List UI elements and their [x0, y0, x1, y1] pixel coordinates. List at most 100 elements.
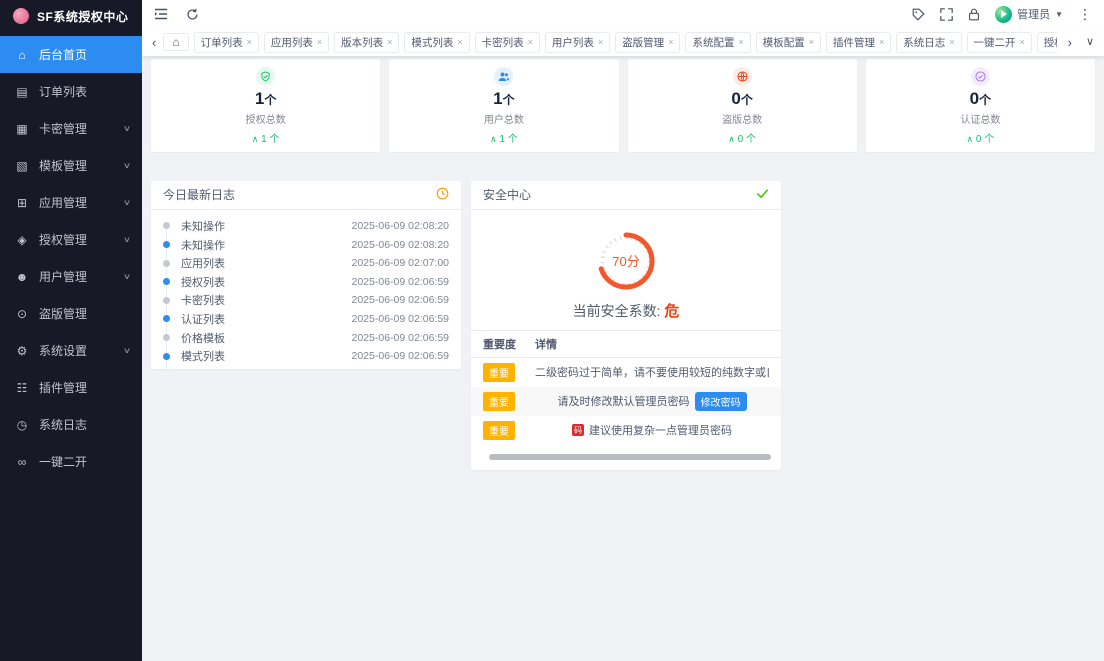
- tab-item[interactable]: 模式列表 ×: [404, 32, 469, 53]
- tab-item[interactable]: 系统日志 ×: [896, 32, 961, 53]
- security-score-gauge: 70分: [593, 228, 659, 294]
- trend-up-icon: ∧: [967, 134, 974, 144]
- stat-label: 认证总数: [866, 111, 1095, 126]
- importance-badge: 重要: [483, 392, 515, 411]
- stat-trend: ∧ 1 个: [151, 130, 380, 145]
- user-menu[interactable]: 管理员 ▼: [995, 6, 1063, 23]
- check-circle-icon: [971, 67, 990, 86]
- tab-close-icon[interactable]: ×: [809, 38, 814, 47]
- tab-close-icon[interactable]: ×: [738, 38, 743, 47]
- lock-icon[interactable]: [968, 8, 980, 21]
- avatar: [995, 6, 1012, 23]
- logs-list: 未知操作 2025-06-09 02:08:20 未知操作 2025-06-09…: [151, 210, 461, 370]
- log-dot-icon: [163, 241, 170, 248]
- piracy-icon: ⊙: [15, 307, 29, 321]
- log-item: 授权列表 2025-06-09 02:06:59: [163, 272, 449, 291]
- tabs-menu-icon[interactable]: ∨: [1084, 35, 1096, 50]
- log-item: 未知操作 2025-06-09 02:08:20: [163, 217, 449, 236]
- stat-label: 盗版总数: [628, 111, 857, 126]
- apps-icon: ⊞: [15, 196, 29, 210]
- sidebar-item-piracy[interactable]: ⊙ 盗版管理 ∨: [0, 295, 142, 332]
- home-tab[interactable]: ⌂: [163, 33, 188, 51]
- tab-close-icon[interactable]: ×: [247, 38, 252, 47]
- tab-close-icon[interactable]: ×: [949, 38, 954, 47]
- sidebar-item-one-key-rework[interactable]: ∞ 一键二开 ∨: [0, 443, 142, 480]
- tab-close-icon[interactable]: ×: [1020, 38, 1025, 47]
- horizontal-scrollbar[interactable]: [489, 454, 771, 460]
- password-warning-icon: 码: [572, 424, 584, 436]
- log-item: 卡密列表 2025-06-09 02:06:59: [163, 291, 449, 310]
- log-dot-icon: [163, 315, 170, 322]
- system-settings-icon: ⚙: [15, 344, 29, 358]
- sidebar-item-system-settings[interactable]: ⚙ 系统设置 ∨: [0, 332, 142, 369]
- stat-label: 授权总数: [151, 111, 380, 126]
- chevron-down-icon: ∨: [123, 198, 131, 207]
- sidebar-item-home[interactable]: ⌂ 后台首页 ∨: [0, 36, 142, 73]
- tab-item[interactable]: 版本列表 ×: [334, 32, 399, 53]
- log-item: 认证列表 2025-06-09 02:06:59: [163, 310, 449, 329]
- stat-card-authorizations: 1个 授权总数 ∧ 1 个: [151, 59, 380, 152]
- tab-item[interactable]: 一键二开 ×: [967, 32, 1032, 53]
- tab-close-icon[interactable]: ×: [528, 38, 533, 47]
- tab-close-icon[interactable]: ×: [668, 38, 673, 47]
- log-item: 模式列表 2025-06-09 02:06:59: [163, 347, 449, 366]
- tabs-scroll-right-icon[interactable]: ›: [1066, 35, 1074, 50]
- stat-card-certifications: 0个 认证总数 ∧ 0 个: [866, 59, 1095, 152]
- change-password-button[interactable]: 修改密码: [695, 392, 747, 411]
- fullscreen-icon[interactable]: [940, 8, 953, 21]
- sidebar-item-authorization[interactable]: ◈ 授权管理 ∨: [0, 221, 142, 258]
- trend-up-icon: ∧: [728, 134, 735, 144]
- tab-close-icon[interactable]: ×: [457, 38, 462, 47]
- chevron-down-icon: ∨: [123, 272, 131, 281]
- tabs-scroll-left-icon[interactable]: ‹: [150, 35, 158, 50]
- tab-item[interactable]: 模板配置 ×: [756, 32, 821, 53]
- sidebar-item-apps[interactable]: ⊞ 应用管理 ∨: [0, 184, 142, 221]
- refresh-icon[interactable]: [186, 8, 199, 21]
- tab-item[interactable]: 插件管理 ×: [826, 32, 891, 53]
- tab-item[interactable]: 授权列表 ×: [1037, 32, 1057, 53]
- security-status: 当前安全系数: 危: [471, 300, 781, 321]
- stat-cards-row: 1个 授权总数 ∧ 1 个 1个 用户总数 ∧ 1 个 0个 盗版总数 ∧ 0 …: [151, 59, 1095, 152]
- clock-icon: [436, 187, 449, 203]
- collapse-sidebar-icon[interactable]: [154, 8, 168, 20]
- tab-close-icon[interactable]: ×: [317, 38, 322, 47]
- tab-item[interactable]: 盗版管理 ×: [615, 32, 680, 53]
- sidebar-item-templates[interactable]: ▧ 模板管理 ∨: [0, 147, 142, 184]
- card-keys-icon: ▦: [15, 122, 29, 136]
- sidebar-item-orders[interactable]: ▤ 订单列表 ∨: [0, 73, 142, 110]
- more-options-icon[interactable]: ⋮: [1078, 7, 1092, 21]
- security-score: 70分: [593, 228, 659, 294]
- stat-trend: ∧ 0 个: [628, 130, 857, 145]
- security-table-header: 重要度 详情: [471, 330, 781, 358]
- sidebar-item-card-keys[interactable]: ▦ 卡密管理 ∨: [0, 110, 142, 147]
- security-issue-row: 重要 二级密码过于简单，请不要使用较短的纯数字或自己的QQ号当做密: [471, 358, 781, 387]
- sidebar-item-plugins[interactable]: ☷ 插件管理 ∨: [0, 369, 142, 406]
- tab-item[interactable]: 系统配置 ×: [685, 32, 750, 53]
- stat-trend: ∧ 0 个: [866, 130, 1095, 145]
- sidebar-item-users[interactable]: ☻ 用户管理 ∨: [0, 258, 142, 295]
- orders-icon: ▤: [15, 85, 29, 99]
- tab-close-icon[interactable]: ×: [598, 38, 603, 47]
- main-area: 管理员 ▼ ⋮ ‹ ⌂ 订单列表 × 应用列表 × 版本列表 × 模式列表 × …: [142, 0, 1104, 661]
- stat-card-users: 1个 用户总数 ∧ 1 个: [389, 59, 618, 152]
- importance-badge: 重要: [483, 421, 515, 440]
- plugins-icon: ☷: [15, 381, 29, 395]
- user-name: 管理员: [1017, 6, 1050, 22]
- chevron-down-icon: ∨: [123, 124, 131, 133]
- chevron-down-icon: ∨: [123, 161, 131, 170]
- app-logo-row[interactable]: SF系统授权中心: [0, 0, 142, 32]
- app-logo-icon: [13, 8, 29, 24]
- tab-close-icon[interactable]: ×: [387, 38, 392, 47]
- app-title: SF系统授权中心: [37, 8, 128, 25]
- templates-icon: ▧: [15, 159, 29, 173]
- security-issue-row: 重要 码建议使用复杂一点管理员密码: [471, 416, 781, 445]
- chevron-down-icon: ∨: [123, 235, 131, 244]
- tab-item[interactable]: 应用列表 ×: [264, 32, 329, 53]
- tab-close-icon[interactable]: ×: [879, 38, 884, 47]
- tab-item[interactable]: 卡密列表 ×: [475, 32, 540, 53]
- tab-item[interactable]: 订单列表 ×: [194, 32, 259, 53]
- sidebar-item-system-logs[interactable]: ◷ 系统日志 ∨: [0, 406, 142, 443]
- tag-icon[interactable]: [912, 8, 925, 21]
- tab-item[interactable]: 用户列表 ×: [545, 32, 610, 53]
- stat-label: 用户总数: [389, 111, 618, 126]
